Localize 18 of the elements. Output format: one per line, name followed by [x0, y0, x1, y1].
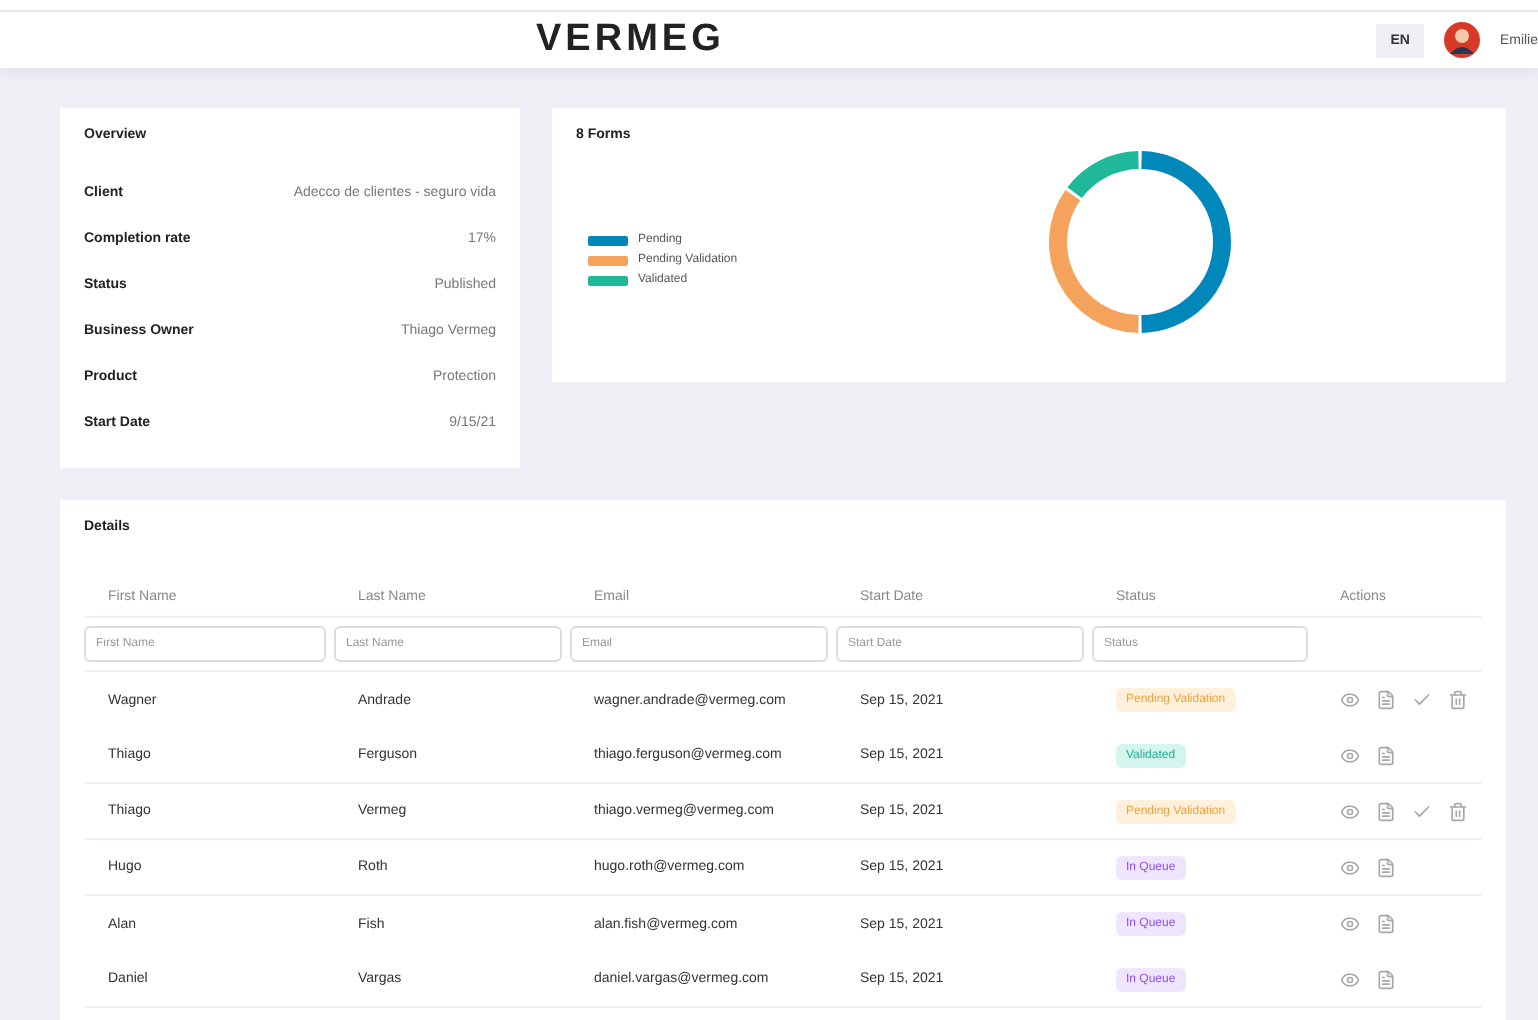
- eye-icon[interactable]: [1340, 969, 1360, 989]
- document-icon[interactable]: [1376, 801, 1396, 821]
- trash-icon[interactable]: [1448, 801, 1468, 821]
- eye-icon[interactable]: [1340, 690, 1360, 710]
- document-icon[interactable]: [1376, 690, 1396, 710]
- eye-icon[interactable]: [1340, 914, 1360, 934]
- check-icon[interactable]: [1412, 801, 1432, 821]
- eye-icon[interactable]: [1340, 857, 1360, 877]
- eye-icon[interactable]: [1340, 745, 1360, 765]
- trash-icon[interactable]: [1448, 690, 1468, 710]
- document-icon[interactable]: [1376, 745, 1396, 765]
- document-icon[interactable]: [1376, 857, 1396, 877]
- avatar-icon[interactable]: [1443, 22, 1480, 58]
- document-icon[interactable]: [1376, 914, 1396, 934]
- document-icon[interactable]: [1376, 969, 1396, 989]
- logo: VERMEG: [536, 18, 725, 62]
- eye-icon[interactable]: [1340, 801, 1360, 821]
- check-icon[interactable]: [1412, 690, 1432, 710]
